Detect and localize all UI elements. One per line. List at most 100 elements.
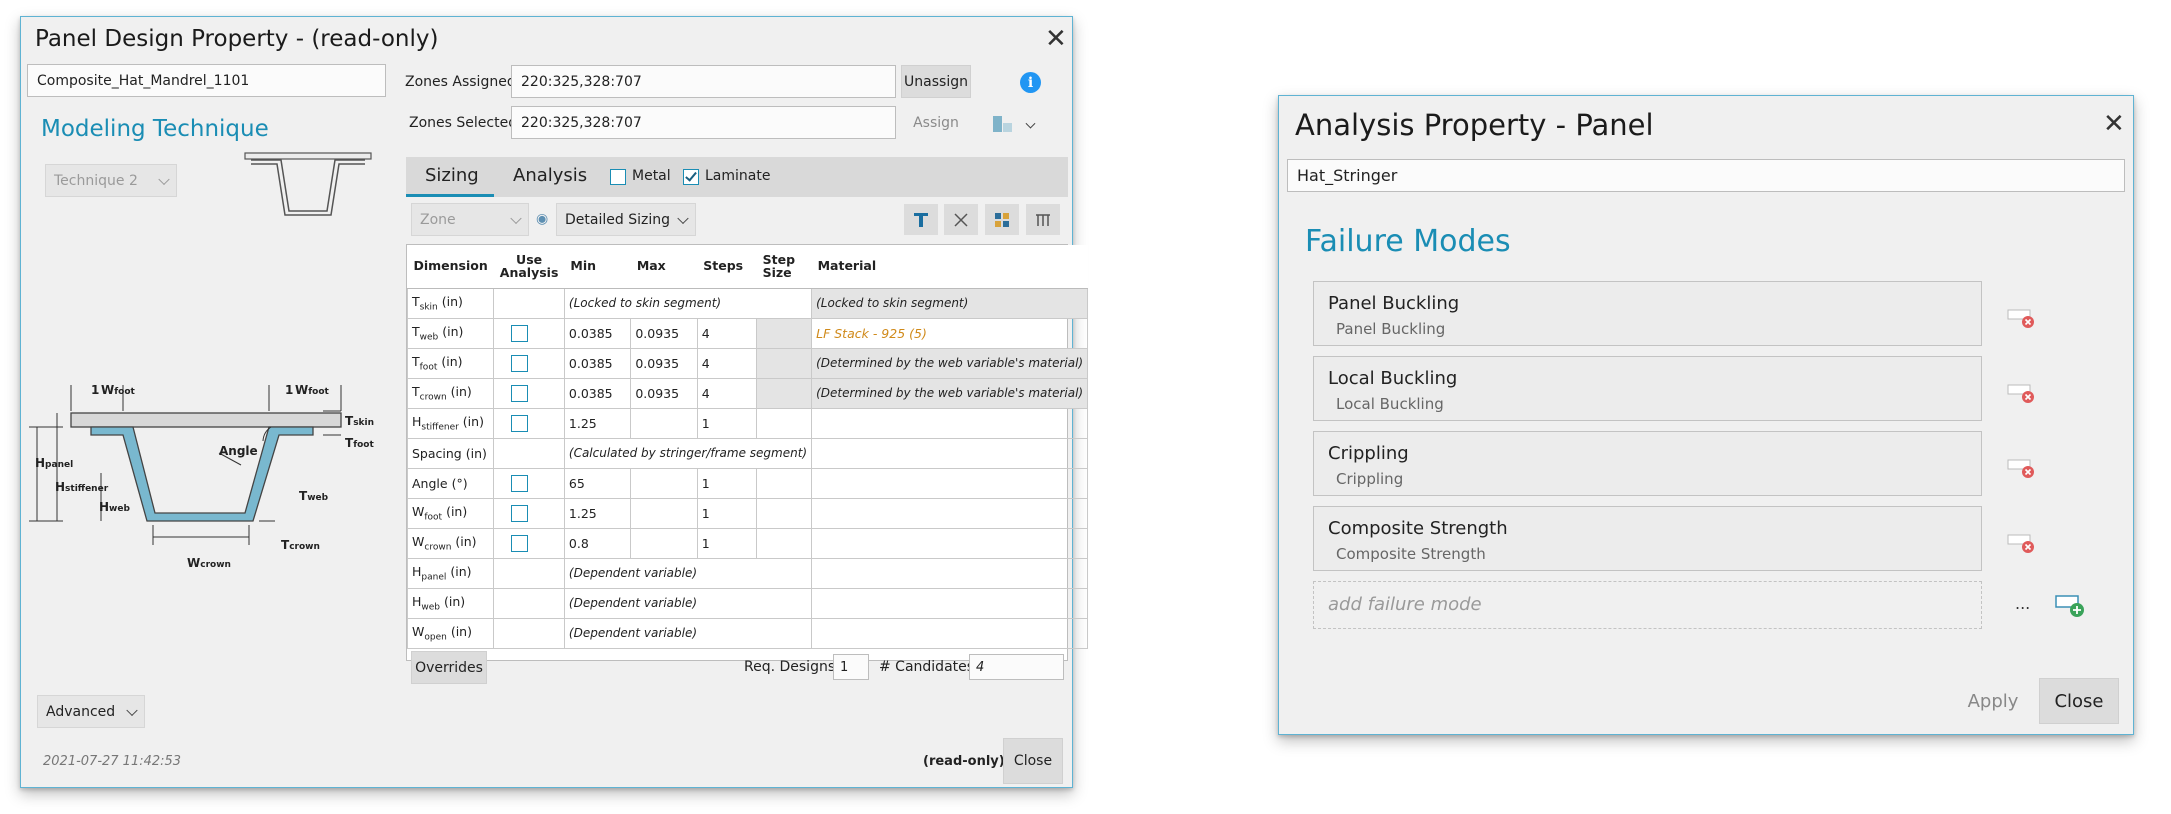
- chevron-down-icon[interactable]: [1025, 118, 1036, 129]
- laminate-label: Laminate: [705, 168, 771, 184]
- svg-text:1: 1: [285, 383, 293, 397]
- zone-tool-icon[interactable]: [991, 114, 1015, 134]
- remove-icon[interactable]: [2007, 382, 2035, 404]
- eye-icon[interactable]: ◉: [536, 211, 548, 227]
- unassign-button[interactable]: Unassign: [901, 65, 971, 98]
- failure-mode-sub: Local Buckling: [1336, 395, 1444, 413]
- name-field[interactable]: Composite_Hat_Mandrel_1101: [27, 64, 386, 97]
- foot-sub-1: foot: [114, 387, 135, 397]
- tab-analysis[interactable]: Analysis: [513, 165, 587, 186]
- columns-tool-icon[interactable]: [1026, 204, 1060, 235]
- material-cell: (Determined by the web variable's materi…: [811, 377, 1089, 409]
- add-icon[interactable]: [2055, 594, 2085, 618]
- technique-dropdown[interactable]: Technique 2: [45, 164, 177, 197]
- svg-text:Tskin: Tskin: [345, 414, 374, 428]
- close-button[interactable]: Close: [1003, 738, 1063, 784]
- h-panel-label: H: [35, 456, 45, 470]
- zones-assigned-label: Zones Assigned:: [405, 74, 521, 90]
- sizing-mode-dropdown[interactable]: Detailed Sizing: [556, 203, 696, 236]
- analysis-property-window: Analysis Property - Panel ✕ Hat_Stringer…: [1278, 95, 2134, 735]
- use-analysis-checkbox[interactable]: [511, 414, 529, 432]
- candidates-field[interactable]: 4: [969, 654, 1064, 680]
- overrides-button[interactable]: Overrides: [411, 651, 487, 684]
- svg-text:Tweb: Tweb: [299, 489, 329, 503]
- locked-note: (Locked to skin segment): [563, 287, 813, 319]
- w-label-1: W: [101, 383, 114, 397]
- svg-text:Hweb: Hweb: [99, 500, 130, 514]
- table-row[interactable]: Wfoot (in) 1.25 1: [406, 497, 1089, 529]
- material-cell: (Determined by the web variable's materi…: [811, 347, 1089, 379]
- foot-sub-2: foot: [308, 387, 329, 397]
- advanced-dropdown[interactable]: Advanced: [37, 695, 145, 728]
- use-analysis-checkbox[interactable]: [511, 384, 529, 402]
- table-row[interactable]: Hstiffener (in) 1.25 1: [406, 407, 1089, 439]
- dimension-tool-icon[interactable]: [904, 204, 938, 235]
- info-icon[interactable]: i: [1020, 72, 1041, 93]
- use-analysis-checkbox[interactable]: [511, 354, 529, 372]
- table-row[interactable]: Wopen (in) (Dependent variable): [406, 617, 1089, 649]
- list-item[interactable]: Crippling Crippling: [1313, 431, 1982, 496]
- metal-label: Metal: [632, 168, 671, 184]
- use-analysis-checkbox[interactable]: [511, 474, 529, 492]
- svg-text:1: 1: [91, 383, 99, 397]
- material-cell[interactable]: LF Stack - 925 (5): [811, 317, 1089, 349]
- table-row[interactable]: Hpanel (in) (Dependent variable): [406, 557, 1089, 589]
- candidates-label: # Candidates: [879, 659, 975, 675]
- svg-text:Wfoot: Wfoot: [101, 383, 136, 397]
- hat-profile-icon: [244, 152, 372, 216]
- active-tab-indicator: [406, 194, 494, 197]
- req-designs-field[interactable]: 1: [833, 654, 869, 680]
- failure-mode-sub: Composite Strength: [1336, 545, 1486, 563]
- panel-design-window: Panel Design Property - (read-only) ✕ Co…: [20, 16, 1089, 788]
- table-row[interactable]: Angle (°) 65 1: [406, 467, 1089, 499]
- read-only-label: (read-only): [923, 754, 1005, 769]
- use-analysis-checkbox[interactable]: [511, 504, 529, 522]
- table-row[interactable]: Hweb (in) (Dependent variable): [406, 587, 1089, 619]
- table-row[interactable]: Tfoot (in) 0.0385 0.0935 4 (Determined b…: [406, 347, 1089, 379]
- laminate-checkbox[interactable]: [683, 169, 699, 185]
- w-label-2: W: [295, 383, 308, 397]
- chevron-down-icon: [677, 212, 689, 224]
- table-row[interactable]: Spacing (in) (Calculated by stringer/fra…: [406, 437, 1089, 469]
- close-button[interactable]: Close: [2039, 678, 2119, 724]
- h-stiffener-label: H: [55, 480, 65, 494]
- svg-text:Wcrown: Wcrown: [187, 556, 231, 570]
- close-icon[interactable]: ✕: [1045, 26, 1067, 52]
- close-icon[interactable]: ✕: [2103, 111, 2125, 137]
- metal-checkbox[interactable]: [610, 169, 626, 185]
- list-item[interactable]: Local Buckling Local Buckling: [1313, 356, 1982, 421]
- table-row[interactable]: Wcrown (in) 0.8 1: [406, 527, 1089, 559]
- layout-tool-icon[interactable]: [985, 204, 1019, 235]
- apply-button[interactable]: Apply: [1957, 678, 2029, 724]
- failure-mode-name: Local Buckling: [1328, 368, 1458, 389]
- col-step-size: Step Size: [756, 245, 812, 289]
- table-row[interactable]: Tcrown (in) 0.0385 0.0935 4 (Determined …: [406, 377, 1089, 409]
- list-item[interactable]: Composite Strength Composite Strength: [1313, 506, 1982, 571]
- name-field[interactable]: Hat_Stringer: [1287, 159, 2125, 192]
- tab-sizing[interactable]: Sizing: [425, 165, 479, 186]
- list-item[interactable]: Panel Buckling Panel Buckling: [1313, 281, 1982, 346]
- axis-tool-icon[interactable]: [944, 204, 978, 235]
- more-options-button[interactable]: ...: [2015, 594, 2030, 613]
- tab-bar: Sizing Analysis Metal Laminate: [406, 157, 1068, 197]
- zones-selected-field[interactable]: 220:325,328:707: [511, 106, 896, 139]
- zones-assigned-field[interactable]: 220:325,328:707: [511, 65, 896, 98]
- sizing-table: Dimension Use Analysis Min Max Steps Ste…: [406, 244, 1089, 661]
- col-steps: Steps: [697, 245, 757, 289]
- table-row[interactable]: Tskin (in) (Locked to skin segment) (Loc…: [406, 287, 1089, 319]
- assign-button[interactable]: Assign: [901, 106, 971, 139]
- remove-icon[interactable]: [2007, 457, 2035, 479]
- table-header-row: Dimension Use Analysis Min Max Steps Ste…: [407, 245, 1088, 289]
- use-analysis-checkbox[interactable]: [511, 534, 529, 552]
- zone-dropdown[interactable]: Zone: [411, 203, 529, 236]
- failure-mode-sub: Panel Buckling: [1336, 320, 1446, 338]
- frac-label-1: 1: [91, 383, 99, 397]
- remove-icon[interactable]: [2007, 307, 2035, 329]
- remove-icon[interactable]: [2007, 532, 2035, 554]
- failure-mode-name: Panel Buckling: [1328, 293, 1460, 314]
- w-crown-label: W: [187, 556, 200, 570]
- add-failure-mode-input[interactable]: add failure mode: [1313, 581, 1982, 629]
- use-analysis-checkbox[interactable]: [511, 324, 529, 342]
- table-row[interactable]: Tweb (in) 0.0385 0.0935 4 LF Stack - 925…: [406, 317, 1089, 349]
- col-max: Max: [630, 245, 698, 289]
